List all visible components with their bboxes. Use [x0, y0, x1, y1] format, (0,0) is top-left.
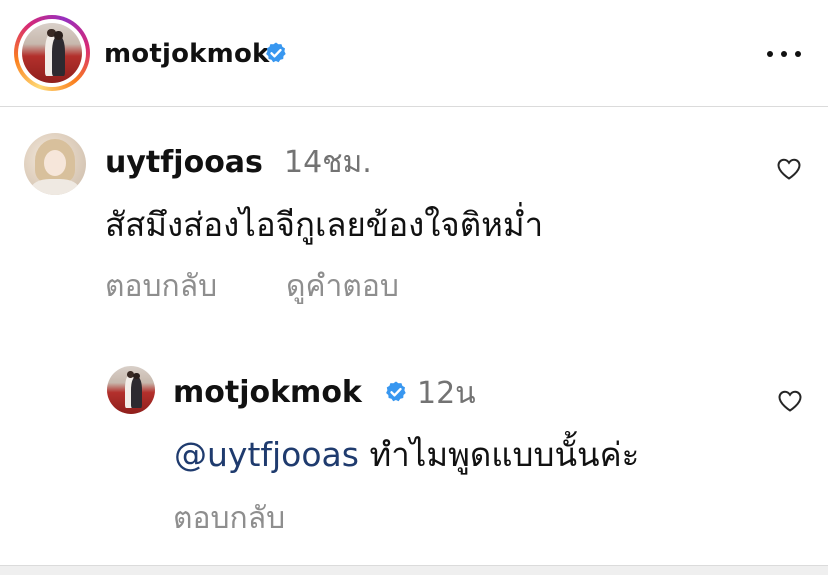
reply-avatar[interactable]: [107, 366, 155, 414]
reply-reply-button[interactable]: ตอบกลับ: [173, 500, 285, 538]
header-username[interactable]: motjokmok: [104, 38, 270, 70]
header-avatar[interactable]: [22, 23, 82, 83]
post-header: motjokmok: [0, 0, 828, 107]
reply-body: ทำไมพูดแบบนั้นค่ะ: [369, 435, 640, 474]
bottom-divider: [0, 565, 828, 575]
verified-badge-icon: [266, 42, 286, 63]
comment-text: สัสมึงส่องไอจีกูเลยข้องใจติหม่ำ: [105, 205, 544, 244]
comment-time: 14ชม.: [284, 145, 372, 180]
verified-badge-icon: [386, 381, 406, 402]
comment-reply-button[interactable]: ตอบกลับ: [105, 268, 217, 306]
more-horizontal-icon[interactable]: [764, 44, 804, 64]
reply-text: @uytfjooas ทำไมพูดแบบนั้นค่ะ: [174, 433, 639, 477]
reply-mention[interactable]: @uytfjooas: [174, 435, 359, 474]
heart-outline-icon[interactable]: [777, 389, 803, 413]
reply-time: 12น: [417, 376, 476, 411]
comment-username[interactable]: uytfjooas: [105, 144, 263, 182]
comment-avatar[interactable]: [24, 133, 86, 195]
view-replies-button[interactable]: ดูคำตอบ: [286, 268, 399, 306]
reply-username[interactable]: motjokmok: [173, 374, 362, 412]
heart-outline-icon[interactable]: [776, 157, 802, 181]
